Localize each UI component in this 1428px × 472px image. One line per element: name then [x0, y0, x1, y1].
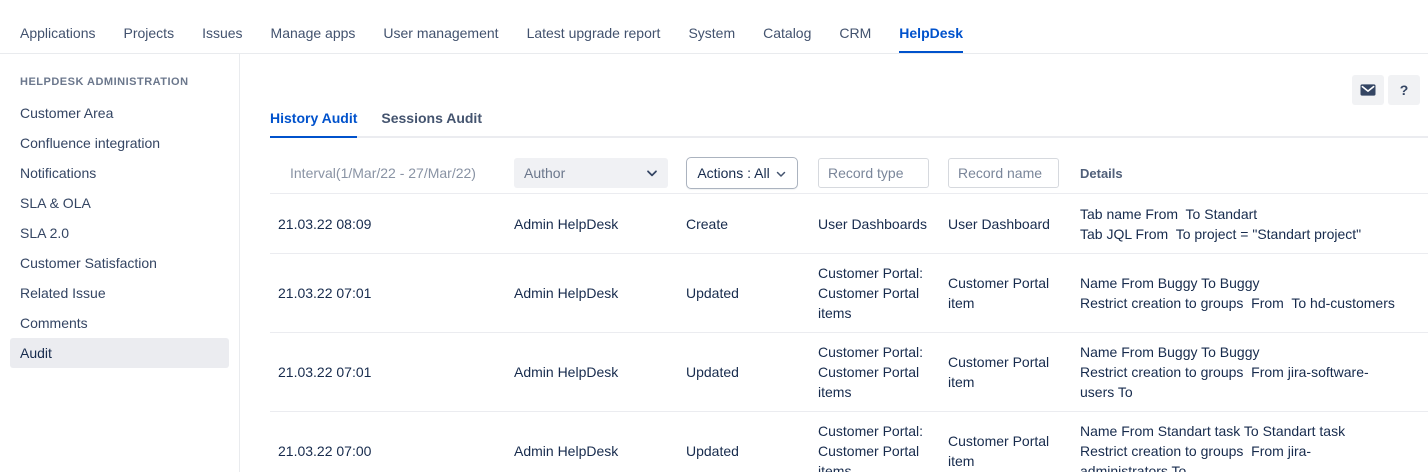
cell-timestamp: 21.03.22 07:00: [270, 441, 514, 461]
table-row: 21.03.22 07:00 Admin HelpDesk Updated Cu…: [270, 412, 1428, 472]
actions-select[interactable]: Actions : All: [686, 157, 798, 189]
audit-tabs: History Audit Sessions Audit: [270, 110, 1428, 138]
toolbar: ?: [1352, 75, 1420, 105]
detail-line: Restrict creation to groups From To hd-c…: [1080, 293, 1398, 313]
table-row: 21.03.22 07:01 Admin HelpDesk Updated Cu…: [270, 333, 1428, 412]
detail-line: Tab name From To Standart: [1080, 204, 1398, 224]
sidebar-item-sla-2-0[interactable]: SLA 2.0: [10, 218, 229, 248]
author-select-value: Author: [524, 165, 565, 181]
nav-item-manage-apps[interactable]: Manage apps: [271, 0, 356, 53]
cell-author: Admin HelpDesk: [514, 214, 686, 234]
mail-button[interactable]: [1352, 75, 1384, 105]
sidebar-section-header: HELPDESK ADMINISTRATION: [0, 76, 239, 88]
nav-item-issues[interactable]: Issues: [202, 0, 242, 53]
cell-record-type: Customer Portal: Customer Portal items: [818, 342, 948, 402]
cell-action: Updated: [686, 362, 818, 382]
cell-record-type: Customer Portal: Customer Portal items: [818, 263, 948, 323]
table-row: 21.03.22 07:01 Admin HelpDesk Updated Cu…: [270, 254, 1428, 333]
detail-line: Name From Standart task To Standart task: [1080, 421, 1398, 441]
sidebar-item-related-issue[interactable]: Related Issue: [10, 278, 229, 308]
sidebar-item-audit[interactable]: Audit: [10, 338, 229, 368]
top-navigation: Applications Projects Issues Manage apps…: [0, 0, 1428, 54]
actions-select-value: Actions : All: [697, 165, 769, 181]
nav-item-latest-upgrade-report[interactable]: Latest upgrade report: [527, 0, 661, 53]
cell-record-type: User Dashboards: [818, 214, 948, 234]
nav-item-projects[interactable]: Projects: [124, 0, 175, 53]
cell-record-name: Customer Portal item: [948, 352, 1080, 392]
nav-item-applications[interactable]: Applications: [20, 0, 96, 53]
nav-item-helpdesk[interactable]: HelpDesk: [899, 0, 963, 53]
interval-filter[interactable]: Interval(1/Mar/22 - 27/Mar/22): [270, 165, 514, 181]
sidebar-item-comments[interactable]: Comments: [10, 308, 229, 338]
filter-row: Interval(1/Mar/22 - 27/Mar/22) Author Ac…: [270, 153, 1428, 194]
cell-timestamp: 21.03.22 07:01: [270, 283, 514, 303]
envelope-icon: [1359, 81, 1377, 99]
cell-author: Admin HelpDesk: [514, 441, 686, 461]
nav-item-system[interactable]: System: [688, 0, 735, 53]
sidebar-item-sla-ola[interactable]: SLA & OLA: [10, 188, 229, 218]
cell-details: Name From Buggy To Buggy Restrict creati…: [1080, 273, 1428, 313]
sidebar: HELPDESK ADMINISTRATION Customer Area Co…: [0, 54, 240, 472]
cell-timestamp: 21.03.22 08:09: [270, 214, 514, 234]
cell-author: Admin HelpDesk: [514, 283, 686, 303]
tab-history-audit[interactable]: History Audit: [270, 110, 357, 138]
cell-details: Name From Standart task To Standart task…: [1080, 421, 1428, 472]
sidebar-item-notifications[interactable]: Notifications: [10, 158, 229, 188]
cell-record-name: Customer Portal item: [948, 273, 1080, 313]
cell-author: Admin HelpDesk: [514, 362, 686, 382]
help-button[interactable]: ?: [1388, 75, 1420, 105]
cell-action: Updated: [686, 441, 818, 461]
cell-record-name: Customer Portal item: [948, 431, 1080, 471]
cell-action: Create: [686, 214, 818, 234]
chevron-down-icon: [775, 167, 787, 179]
cell-record-name: User Dashboard: [948, 214, 1080, 234]
nav-item-catalog[interactable]: Catalog: [763, 0, 811, 53]
detail-line: Restrict creation to groups From jira-so…: [1080, 362, 1398, 402]
details-column-header: Details: [1080, 166, 1428, 181]
cell-action: Updated: [686, 283, 818, 303]
tab-sessions-audit[interactable]: Sessions Audit: [381, 110, 482, 138]
nav-item-user-management[interactable]: User management: [383, 0, 498, 53]
main-content: ? History Audit Sessions Audit Interval(…: [240, 54, 1428, 472]
detail-line: Name From Buggy To Buggy: [1080, 342, 1398, 362]
sidebar-item-customer-satisfaction[interactable]: Customer Satisfaction: [10, 248, 229, 278]
table-row: 21.03.22 08:09 Admin HelpDesk Create Use…: [270, 194, 1428, 254]
author-select[interactable]: Author: [514, 158, 668, 188]
chevron-down-icon: [644, 165, 660, 181]
nav-item-crm[interactable]: CRM: [839, 0, 871, 53]
cell-details: Name From Buggy To Buggy Restrict creati…: [1080, 342, 1428, 402]
sidebar-item-customer-area[interactable]: Customer Area: [10, 98, 229, 128]
sidebar-item-confluence-integration[interactable]: Confluence integration: [10, 128, 229, 158]
detail-line: Name From Buggy To Buggy: [1080, 273, 1398, 293]
cell-record-type: Customer Portal: Customer Portal items: [818, 421, 948, 472]
cell-timestamp: 21.03.22 07:01: [270, 362, 514, 382]
cell-details: Tab name From To Standart Tab JQL From T…: [1080, 204, 1428, 244]
detail-line: Tab JQL From To project = "Standart proj…: [1080, 224, 1398, 244]
record-type-input[interactable]: [818, 158, 929, 188]
record-name-input[interactable]: [948, 158, 1059, 188]
detail-line: Restrict creation to groups From jira-ad…: [1080, 441, 1398, 472]
